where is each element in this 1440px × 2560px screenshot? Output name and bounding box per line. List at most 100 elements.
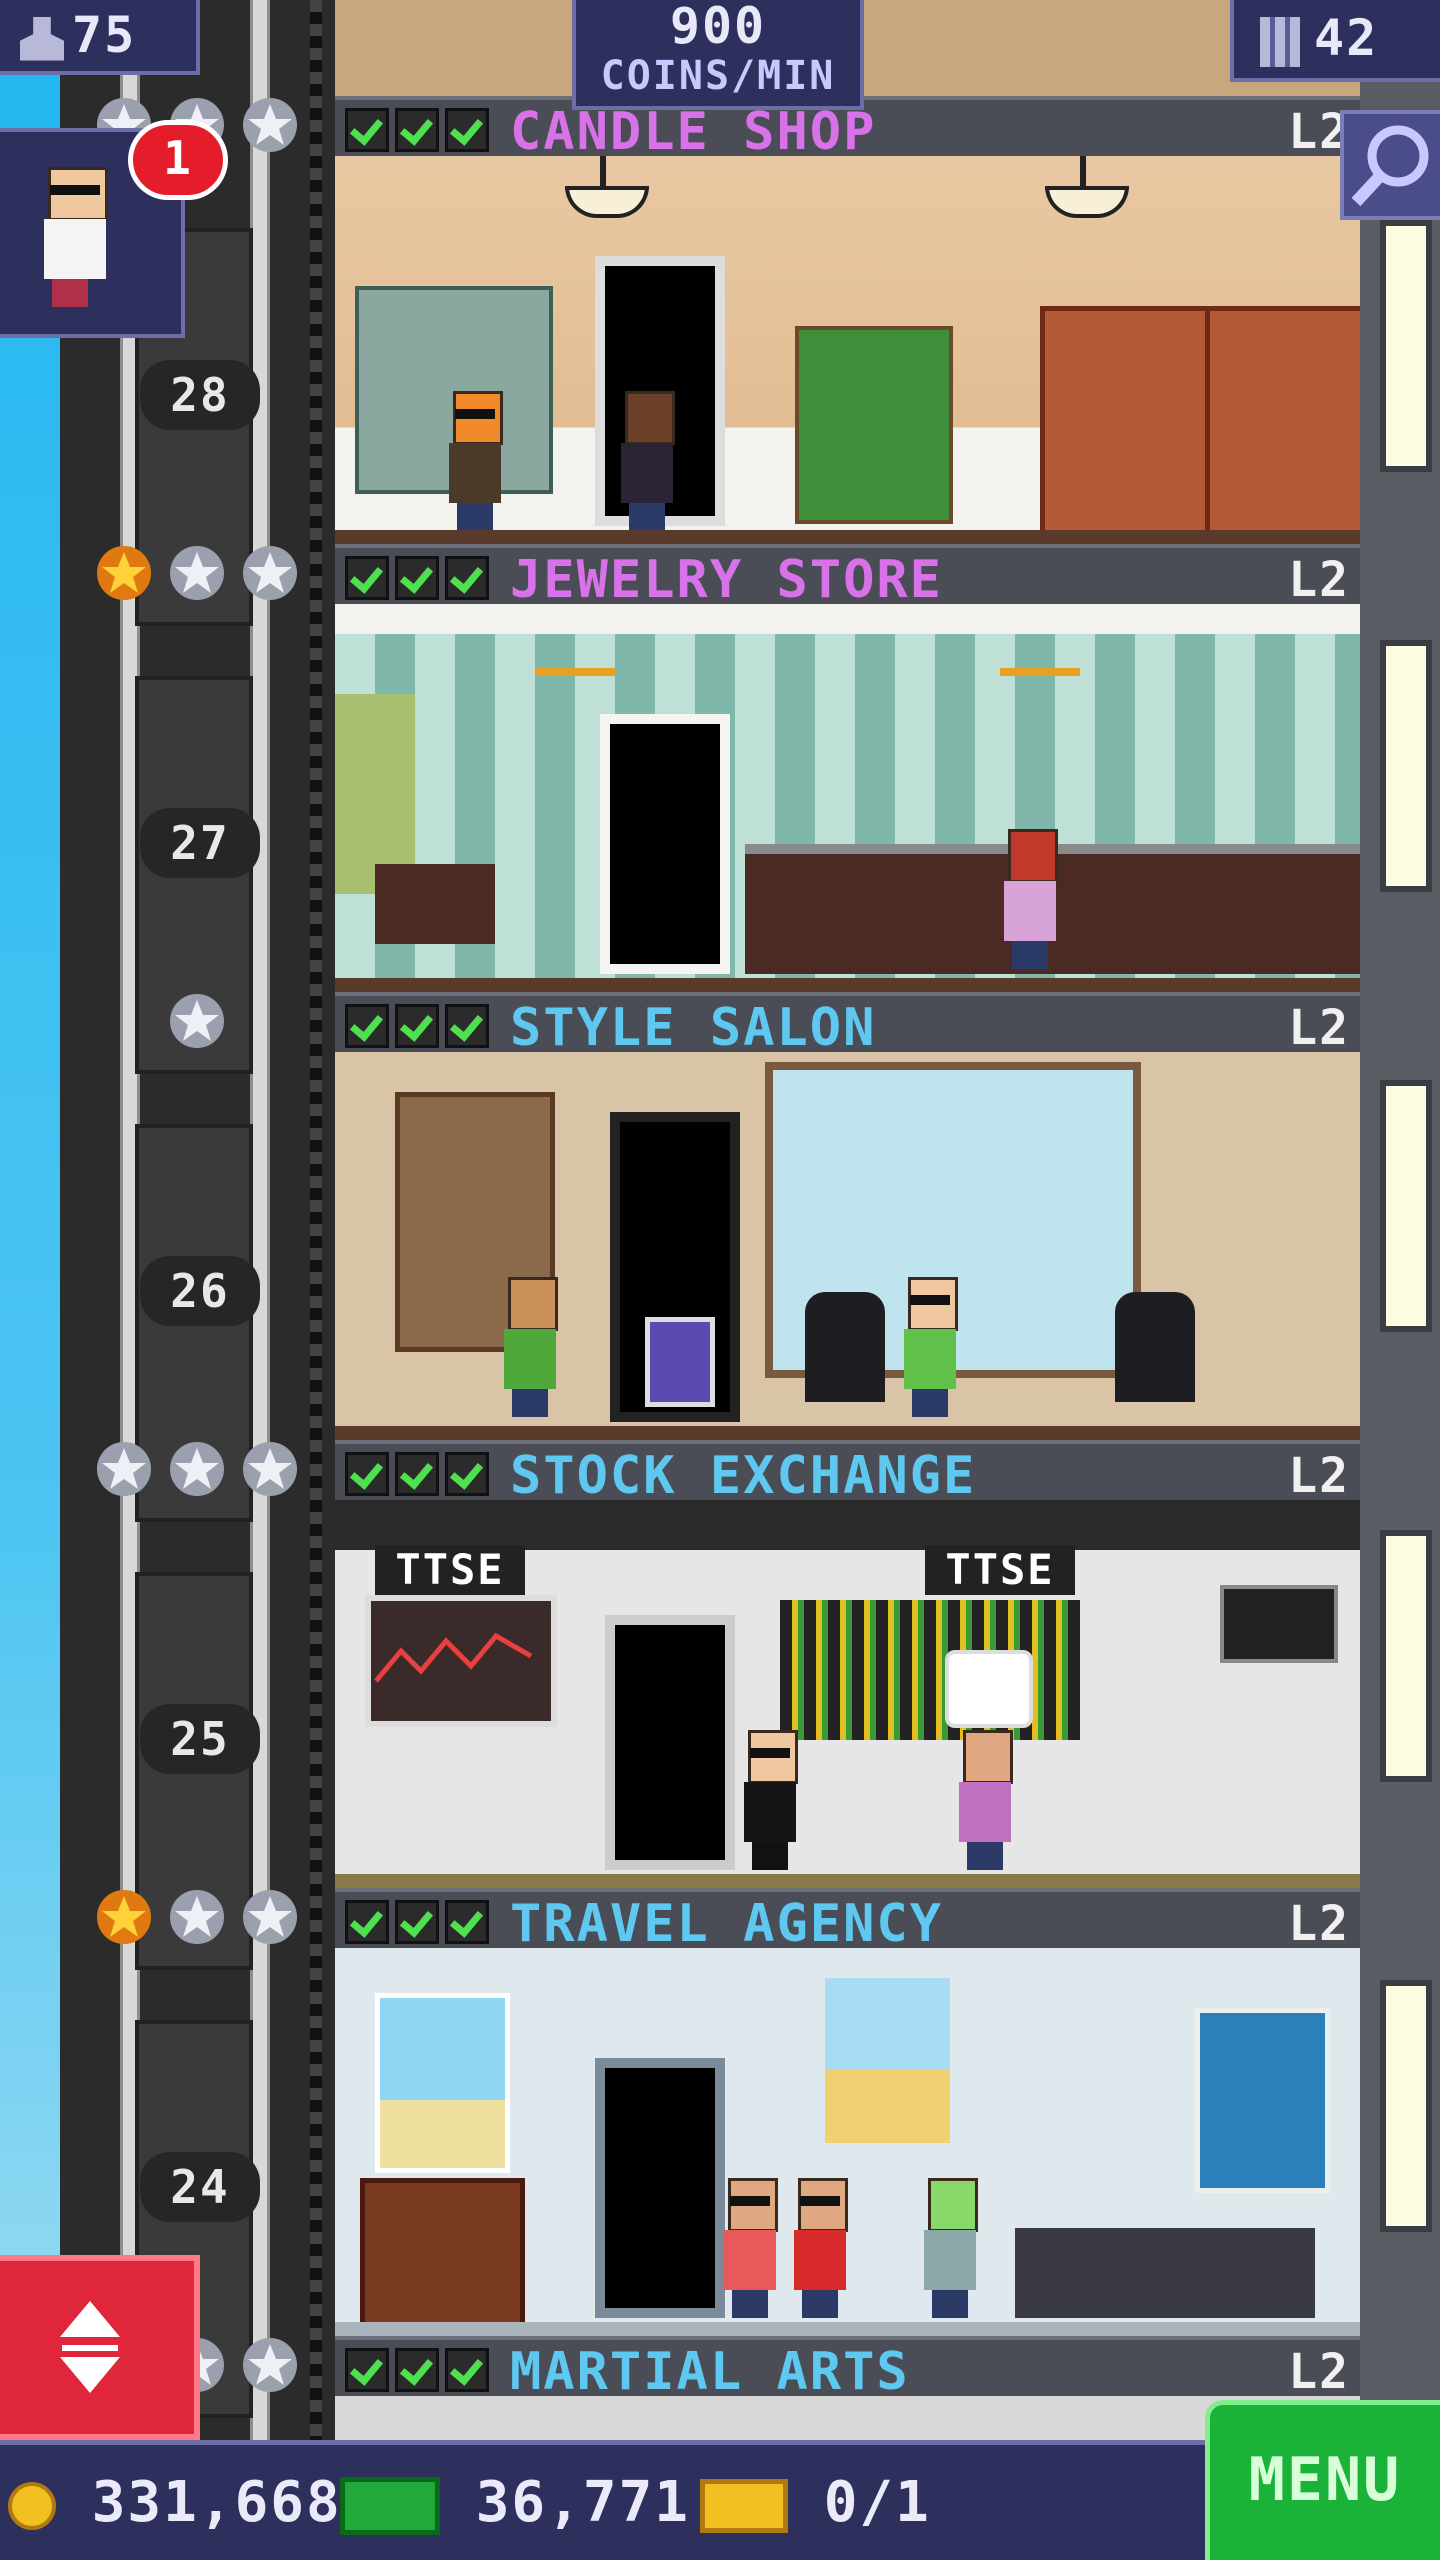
floor-travel-agency[interactable]: TRAVEL AGENCY L2 (335, 1888, 1360, 2336)
ttse-sign: TTSE (925, 1545, 1075, 1595)
coins-display[interactable]: 331,668 (8, 2463, 342, 2543)
green-check-icon (345, 108, 389, 152)
floor-name: JEWELRY STORE (510, 550, 943, 610)
green-check-icon (445, 2348, 489, 2392)
elevator-rail (250, 0, 270, 2440)
floor-name: STOCK EXCHANGE (510, 1446, 977, 1506)
floor-name: STYLE SALON (510, 998, 877, 1058)
bux-value: 36,771 (475, 2470, 691, 2535)
green-check-icon (445, 108, 489, 152)
room-interior (335, 604, 1360, 992)
candle-shelf (795, 326, 953, 524)
green-check-icon (445, 1004, 489, 1048)
gold-star-icon (95, 544, 153, 602)
floor-number: 26 (140, 1256, 260, 1326)
bux-display[interactable]: 36,771 (340, 2463, 690, 2543)
vip-avatar (40, 167, 110, 307)
green-check-icon (395, 1900, 439, 1944)
coins-value: 331,668 (91, 2470, 342, 2535)
window (1380, 220, 1432, 472)
travel-poster (375, 1993, 510, 2173)
menu-button[interactable]: MENU (1205, 2400, 1440, 2560)
floor-number: 24 (140, 2152, 260, 2222)
floor-style-salon[interactable]: STYLE SALON L2 (335, 992, 1360, 1440)
floor-level: L2 (1288, 552, 1350, 608)
green-check-icon (445, 1452, 489, 1496)
tickets-display[interactable]: 0/1 (700, 2463, 931, 2543)
silver-star-icon (95, 1440, 153, 1498)
floor-jewelry-store[interactable]: JEWELRY STORE L2 (335, 544, 1360, 992)
trader-person (740, 1730, 800, 1870)
trader-person (955, 1730, 1015, 1870)
tickets-value: 0/1 (823, 2470, 931, 2535)
customer-person (790, 2178, 850, 2318)
search-button[interactable] (1340, 110, 1440, 220)
shopkeeper-person (1000, 829, 1060, 969)
magnifier-icon (1351, 125, 1429, 207)
candle-cabinet (1040, 306, 1210, 536)
window (1380, 1080, 1432, 1332)
brochure-rack (360, 2178, 525, 2328)
doorway (600, 714, 730, 974)
green-check-icon (345, 1452, 389, 1496)
stylist-person (500, 1277, 560, 1417)
floor-name: CANDLE SHOP (510, 102, 877, 162)
floor-stock-exchange[interactable]: STOCK EXCHANGE L2 TTSE TTSE (335, 1440, 1360, 1888)
room-interior: TTSE TTSE (335, 1500, 1360, 1888)
stock-chart-board (365, 1595, 557, 1727)
agent-person (920, 2178, 980, 2318)
salon-chair (1115, 1292, 1195, 1402)
coins-per-minute-panel: 900 COINS/MIN (572, 0, 864, 110)
resident-person (617, 391, 677, 531)
coin-icon (8, 2481, 56, 2530)
ceiling-lamp (565, 186, 649, 218)
room-interior (335, 1948, 1360, 2336)
stock-checks (345, 2348, 489, 2392)
floor-name: MARTIAL ARTS (510, 2342, 910, 2402)
green-check-icon (445, 1900, 489, 1944)
doorway (605, 1615, 735, 1870)
floor-deck (335, 1874, 1360, 1888)
silver-star-icon (241, 2336, 299, 2394)
green-check-icon (345, 2348, 389, 2392)
floor-level: L2 (1288, 1000, 1350, 1056)
green-check-icon (395, 1004, 439, 1048)
green-check-icon (395, 1452, 439, 1496)
elevator-button[interactable] (0, 2255, 200, 2440)
salon-chair (805, 1292, 885, 1402)
coins-per-minute-value: 900 (669, 0, 767, 55)
travel-desk (1015, 2228, 1315, 2318)
gold-star-icon (95, 1888, 153, 1946)
floor-level: L2 (1288, 2344, 1350, 2400)
floor-level: L2 (1288, 1448, 1350, 1504)
green-check-icon (395, 2348, 439, 2392)
population-value: 75 (72, 6, 137, 64)
floor-name: TRAVEL AGENCY (510, 1894, 943, 1954)
building-edge (1360, 0, 1440, 2440)
silver-star-icon (168, 992, 226, 1050)
worker-person (445, 391, 505, 531)
stock-checks (345, 1900, 489, 1944)
floor-deck (335, 2322, 1360, 2336)
stock-checks (345, 108, 489, 152)
stock-checks (345, 1452, 489, 1496)
population-counter[interactable]: 75 (0, 0, 200, 75)
money-icon (340, 2476, 440, 2535)
floor-level: L2 (1288, 1896, 1350, 1952)
chandelier (1000, 634, 1080, 676)
floor-counter[interactable]: 42 (1230, 0, 1440, 82)
ticket-icon (700, 2478, 788, 2533)
tablet (645, 1317, 715, 1407)
room-interior (335, 156, 1360, 544)
floor-number: 25 (140, 1704, 260, 1774)
floor-deck (335, 978, 1360, 992)
chandelier (535, 634, 615, 676)
room-interior (335, 1052, 1360, 1440)
customer-person (720, 2178, 780, 2318)
silver-star-icon (168, 1888, 226, 1946)
floor-banner: STOCK EXCHANGE L2 (335, 1440, 1360, 1508)
speech-bubble (945, 1650, 1033, 1728)
up-down-arrows-icon (60, 2301, 120, 2393)
stylist-person (900, 1277, 960, 1417)
floor-candle-shop[interactable]: CANDLE SHOP L2 (335, 96, 1360, 544)
